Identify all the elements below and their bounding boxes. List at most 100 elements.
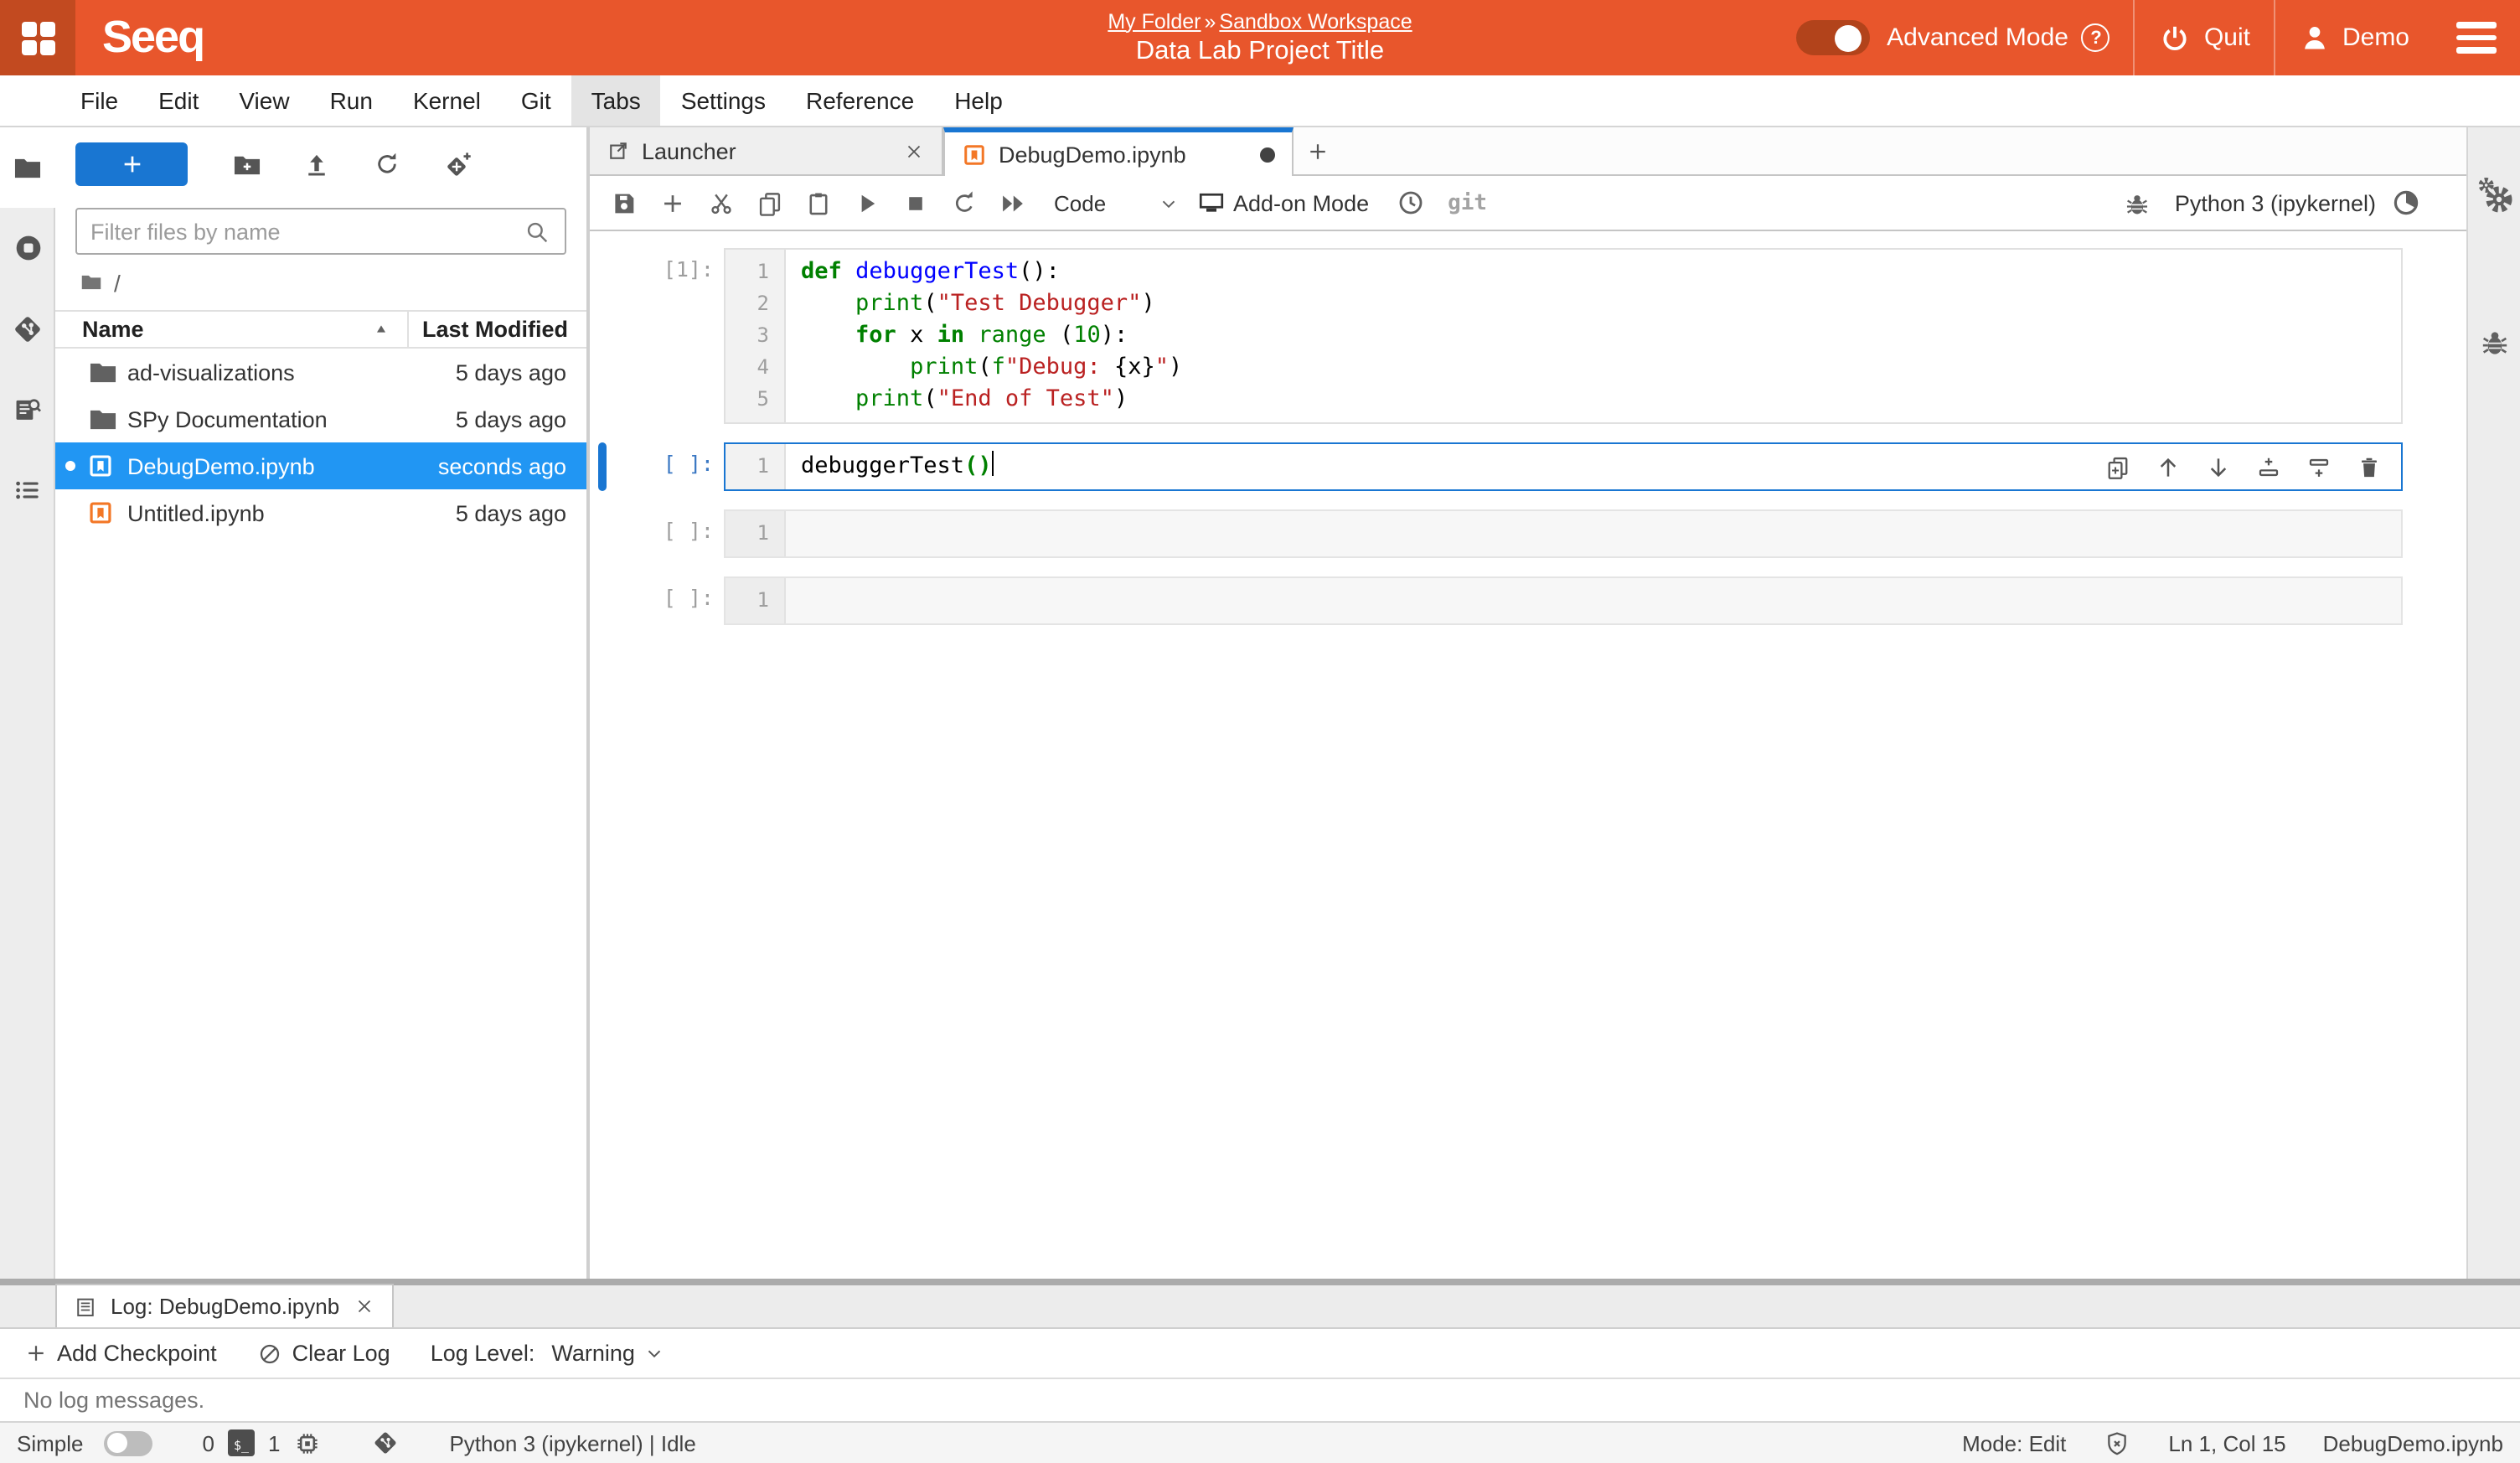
- close-log-icon[interactable]: [353, 1295, 374, 1317]
- copy-icon[interactable]: [746, 179, 794, 226]
- git-toolbar-label[interactable]: git: [1448, 190, 1487, 215]
- quit-label: Quit: [2204, 23, 2250, 52]
- column-header-modified[interactable]: Last Modified: [409, 317, 586, 342]
- filter-files-input[interactable]: [90, 219, 523, 244]
- file-row[interactable]: DebugDemo.ipynbseconds ago: [55, 442, 586, 489]
- cell-editor[interactable]: 1: [724, 576, 2403, 625]
- new-tab-button[interactable]: [1294, 127, 1340, 174]
- hamburger-menu-icon[interactable]: [2456, 23, 2497, 54]
- file-browser-icon[interactable]: [0, 127, 55, 208]
- line-number-gutter: 1: [726, 444, 786, 489]
- menu-item-run[interactable]: Run: [310, 75, 393, 126]
- cut-icon[interactable]: [697, 179, 746, 226]
- notebook-cell[interactable]: [ ]:1: [590, 509, 2466, 558]
- kernels-count[interactable]: 1: [268, 1430, 280, 1455]
- code-area[interactable]: [786, 511, 2401, 556]
- kernel-status-icon[interactable]: [2393, 189, 2419, 216]
- git-status-icon[interactable]: [372, 1429, 399, 1456]
- new-folder-icon[interactable]: [211, 139, 281, 189]
- code-area[interactable]: [786, 578, 2401, 623]
- debugger-icon[interactable]: [2477, 325, 2511, 359]
- file-browser-breadcrumb[interactable]: /: [55, 255, 586, 310]
- menu-item-settings[interactable]: Settings: [661, 75, 786, 126]
- code-area[interactable]: def debuggerTest(): print("Test Debugger…: [786, 250, 2401, 422]
- menu-item-edit[interactable]: Edit: [138, 75, 219, 126]
- inspector-icon[interactable]: [0, 369, 55, 449]
- close-tab-icon[interactable]: [903, 140, 925, 162]
- paste-icon[interactable]: [794, 179, 843, 226]
- menu-item-kernel[interactable]: Kernel: [393, 75, 501, 126]
- move-cell-down-icon[interactable]: [2198, 449, 2239, 486]
- mode-indicator[interactable]: Mode: Edit: [1962, 1430, 2066, 1455]
- breadcrumb-link-workspace[interactable]: Sandbox Workspace: [1219, 9, 1412, 33]
- clear-icon: [257, 1340, 284, 1367]
- log-panel-tabbar: Log: DebugDemo.ipynb: [0, 1285, 2520, 1329]
- tab-debugdemo[interactable]: DebugDemo.ipynb: [943, 127, 1294, 176]
- log-panel-tab[interactable]: Log: DebugDemo.ipynb: [55, 1284, 393, 1327]
- menu-item-file[interactable]: File: [60, 75, 138, 126]
- delete-cell-icon[interactable]: [2349, 449, 2389, 486]
- simple-mode-toggle[interactable]: [104, 1430, 152, 1455]
- menu-item-help[interactable]: Help: [934, 75, 1023, 126]
- debugger-bug-icon[interactable]: [2113, 179, 2161, 226]
- cell-editor[interactable]: 12345def debuggerTest(): print("Test Deb…: [724, 248, 2403, 424]
- move-cell-up-icon[interactable]: [2148, 449, 2188, 486]
- clear-log-button[interactable]: Clear Log: [257, 1340, 390, 1367]
- git-icon[interactable]: [0, 288, 55, 369]
- kernel-status-text[interactable]: Python 3 (ipykernel) | Idle: [449, 1430, 695, 1455]
- seeq-header: Seeq My Folder»Sandbox Workspace Data La…: [0, 0, 2520, 75]
- run-all-icon[interactable]: [989, 179, 1037, 226]
- notebook-cell[interactable]: [1]:12345def debuggerTest(): print("Test…: [590, 248, 2466, 424]
- help-icon[interactable]: ?: [2082, 23, 2110, 52]
- menu-item-git[interactable]: Git: [501, 75, 571, 126]
- checkpoint-clock-icon[interactable]: [1386, 179, 1434, 226]
- cell-type-dropdown[interactable]: Code: [1054, 190, 1180, 215]
- notebook-cell[interactable]: [ ]:1: [590, 576, 2466, 625]
- file-row[interactable]: SPy Documentation5 days ago: [55, 395, 586, 442]
- unsaved-changes-icon[interactable]: [1260, 147, 1275, 162]
- kernel-name-button[interactable]: Python 3 (ipykernel): [2175, 190, 2376, 215]
- addon-mode-button[interactable]: Add-on Mode: [1196, 188, 1369, 218]
- menu-item-reference[interactable]: Reference: [786, 75, 934, 126]
- menu-item-view[interactable]: View: [219, 75, 309, 126]
- text-cursor: [992, 451, 994, 476]
- advanced-mode-toggle[interactable]: [1796, 20, 1870, 55]
- table-of-contents-icon[interactable]: [0, 449, 55, 530]
- notebook-cell[interactable]: [ ]:1debuggerTest(): [590, 442, 2466, 491]
- quit-button[interactable]: Quit: [2135, 0, 2274, 75]
- file-row[interactable]: Untitled.ipynb5 days ago: [55, 489, 586, 536]
- upload-icon[interactable]: [281, 139, 352, 189]
- add-cell-icon[interactable]: [648, 179, 697, 226]
- notebook-icon: [87, 499, 116, 526]
- trust-shield-icon[interactable]: [2103, 1429, 2131, 1457]
- menu-item-tabs[interactable]: Tabs: [571, 75, 661, 126]
- cell-collapser[interactable]: [598, 442, 607, 491]
- insert-cell-above-icon[interactable]: [2249, 449, 2289, 486]
- column-header-name[interactable]: Name: [55, 317, 407, 342]
- add-checkpoint-button[interactable]: Add Checkpoint: [23, 1341, 217, 1366]
- insert-cell-below-icon[interactable]: [2299, 449, 2339, 486]
- running-sessions-icon[interactable]: [0, 208, 55, 288]
- active-filename[interactable]: DebugDemo.ipynb: [2323, 1430, 2503, 1455]
- tab-launcher[interactable]: Launcher: [590, 127, 943, 174]
- cursor-position[interactable]: Ln 1, Col 15: [2168, 1430, 2285, 1455]
- user-menu[interactable]: Demo: [2275, 0, 2433, 75]
- save-icon[interactable]: [600, 179, 648, 226]
- duplicate-cell-icon[interactable]: [2098, 449, 2138, 486]
- stop-icon[interactable]: [891, 179, 940, 226]
- git-clone-icon[interactable]: [422, 139, 493, 189]
- file-modified: 5 days ago: [456, 406, 586, 432]
- refresh-icon[interactable]: [352, 139, 422, 189]
- run-icon[interactable]: [843, 179, 891, 226]
- terminals-count[interactable]: 0: [203, 1430, 214, 1455]
- restart-kernel-icon[interactable]: [940, 179, 989, 226]
- fb-toolbar-icons: [211, 139, 493, 189]
- breadcrumb-link-my-folder[interactable]: My Folder: [1108, 9, 1201, 33]
- plus-icon: [23, 1341, 49, 1366]
- app-launcher-button[interactable]: [0, 0, 75, 75]
- new-launcher-button[interactable]: [75, 142, 188, 186]
- property-inspector-icon[interactable]: [2474, 174, 2514, 215]
- cell-editor[interactable]: 1: [724, 509, 2403, 558]
- file-row[interactable]: ad-visualizations5 days ago: [55, 349, 586, 395]
- log-level-dropdown[interactable]: Warning: [551, 1341, 665, 1366]
